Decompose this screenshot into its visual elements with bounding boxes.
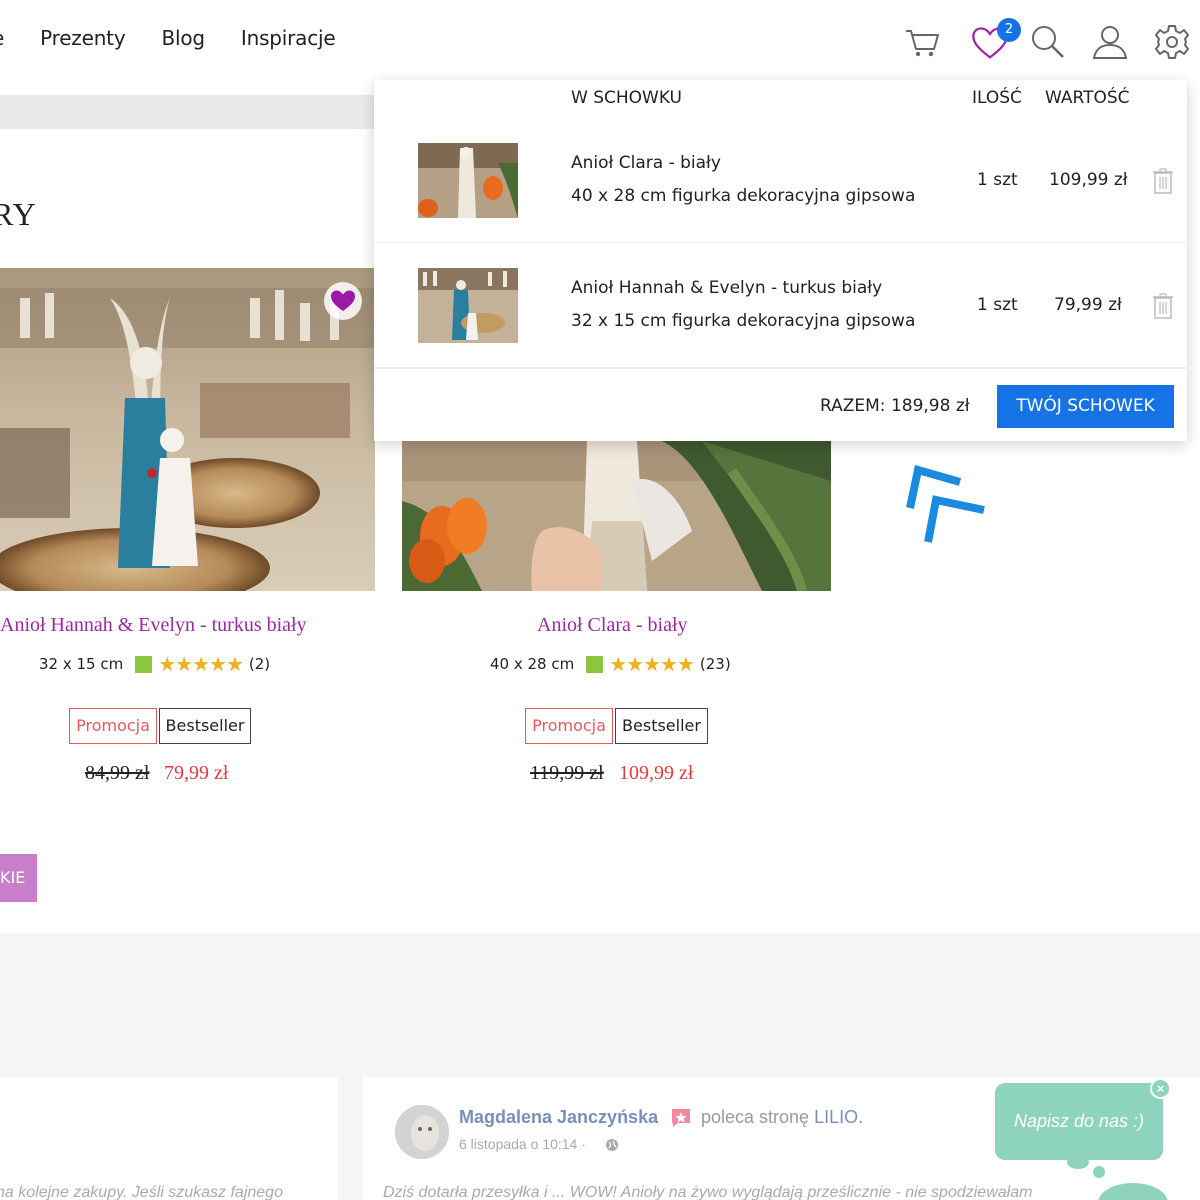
cart-icon[interactable] <box>902 22 942 62</box>
nav-item-prezenty[interactable]: Prezenty <box>40 26 126 50</box>
wishlist-col-qty: ILOŚĆ <box>972 88 1022 108</box>
wishlist-count-badge: 2 <box>997 18 1021 42</box>
main-nav: e Prezenty Blog Inspiracje <box>0 26 371 50</box>
product-name-link[interactable]: Anioł Clara - biały <box>537 614 688 637</box>
wishlist-row: Anioł Clara - biały 40 x 28 cm figurka d… <box>374 118 1187 243</box>
gear-icon[interactable] <box>1152 22 1192 62</box>
wishlist-item-value: 109,99 zł <box>1049 170 1128 190</box>
availability-square <box>586 655 604 673</box>
wishlist-footer: RAZEM: 189,98 zł TWÓJ SCHOWEK <box>374 368 1187 441</box>
wishlist-dropdown: W SCHOWKU ILOŚĆ WARTOŚĆ Anioł Clara - bi… <box>374 80 1187 441</box>
price-old: 84,99 zł <box>85 762 150 784</box>
wishlist-total: RAZEM: 189,98 zł <box>820 396 970 416</box>
wishlist-item-desc: 40 x 28 cm figurka dekoracyjna gipsowa <box>571 186 916 206</box>
trash-icon[interactable] <box>1152 293 1174 319</box>
price-old: 119,99 zł <box>530 762 604 784</box>
wishlist-row: Anioł Hannah & Evelyn - turkus biały 32 … <box>374 243 1187 368</box>
wishlist-toggle-button[interactable] <box>324 282 362 320</box>
chat-bubble-dot <box>1093 1166 1105 1178</box>
review-date[interactable]: 6 listopada o 10:14 · <box>459 1136 586 1152</box>
wishlist-item-qty: 1 szt <box>977 170 1018 190</box>
bestseller-tag: Bestseller <box>159 708 251 744</box>
recommended-page-link[interactable]: LILIO. <box>814 1107 863 1127</box>
wishlist-col-items: W SCHOWKU <box>571 88 682 108</box>
review-text: Dziś dotarła przesyłka i ... WOW! Anioły… <box>383 1184 1033 1200</box>
wishlist-item-name[interactable]: Anioł Clara - biały <box>571 153 721 173</box>
product-name-link[interactable]: Anioł Hannah & Evelyn - turkus biały <box>0 614 307 637</box>
wishlist-item-value: 79,99 zł <box>1054 295 1122 315</box>
promo-tag: Promocja <box>525 708 613 744</box>
product-image-hannah[interactable] <box>0 268 375 591</box>
product-meta: 32 x 15 cm ★★★★★ (2) <box>39 652 270 676</box>
breadcrumb-bar <box>0 95 380 129</box>
section-title: RY <box>0 196 37 232</box>
rating-stars: ★★★★★ <box>609 652 695 676</box>
search-icon[interactable] <box>1028 22 1068 62</box>
product-image-clara[interactable] <box>402 441 831 591</box>
arrow-up-left-icon <box>906 464 985 543</box>
nav-item-blog[interactable]: Blog <box>161 26 205 50</box>
bestseller-tag: Bestseller <box>615 708 708 744</box>
review-author[interactable]: Magdalena Janczyńska <box>459 1107 658 1128</box>
rating-stars: ★★★★★ <box>158 652 244 676</box>
site-header: e Prezenty Blog Inspiracje 2 <box>0 0 1200 82</box>
wishlist-item-thumbnail[interactable] <box>418 143 518 218</box>
chat-widget-button[interactable]: Napisz do nas :) <box>995 1083 1163 1160</box>
wishlist-item-name[interactable]: Anioł Hannah & Evelyn - turkus biały <box>571 278 882 298</box>
show-all-button[interactable]: KIE <box>0 854 37 902</box>
rating-count: (2) <box>248 655 271 673</box>
heart-filled-icon <box>331 290 355 311</box>
avatar[interactable] <box>395 1105 449 1159</box>
nav-item-partial[interactable]: e <box>0 26 4 50</box>
review-card: na kolejne zakupy. Jeśli szukasz fajnego <box>0 1077 338 1200</box>
price-new: 79,99 zł <box>164 762 229 784</box>
review-recommends: poleca stronę LILIO. <box>701 1107 863 1128</box>
trash-icon[interactable] <box>1152 168 1174 194</box>
recommend-star-icon <box>672 1109 690 1127</box>
rating-count: (23) <box>699 655 731 673</box>
user-icon[interactable] <box>1090 22 1130 62</box>
recommends-label: poleca stronę <box>701 1107 810 1127</box>
review-text: na kolejne zakupy. Jeśli szukasz fajnego <box>0 1184 283 1200</box>
price-new: 109,99 zł <box>619 762 694 784</box>
product-size: 40 x 28 cm <box>490 655 575 673</box>
wishlist-item-thumbnail[interactable] <box>418 268 518 343</box>
wishlist-col-value: WARTOŚĆ <box>1045 88 1130 108</box>
nav-item-inspiracje[interactable]: Inspiracje <box>241 26 336 50</box>
product-meta: 40 x 28 cm ★★★★★ (23) <box>490 652 731 676</box>
wishlist-item-desc: 32 x 15 cm figurka dekoracyjna gipsowa <box>571 311 916 331</box>
product-size: 32 x 15 cm <box>39 655 124 673</box>
promo-tag: Promocja <box>69 708 157 744</box>
chat-close-button[interactable]: × <box>1150 1078 1171 1099</box>
your-wishlist-button[interactable]: TWÓJ SCHOWEK <box>997 385 1174 428</box>
chat-bubble-tail <box>1067 1155 1089 1169</box>
wishlist-item-qty: 1 szt <box>977 295 1018 315</box>
globe-icon <box>606 1139 618 1151</box>
availability-square <box>135 655 153 673</box>
